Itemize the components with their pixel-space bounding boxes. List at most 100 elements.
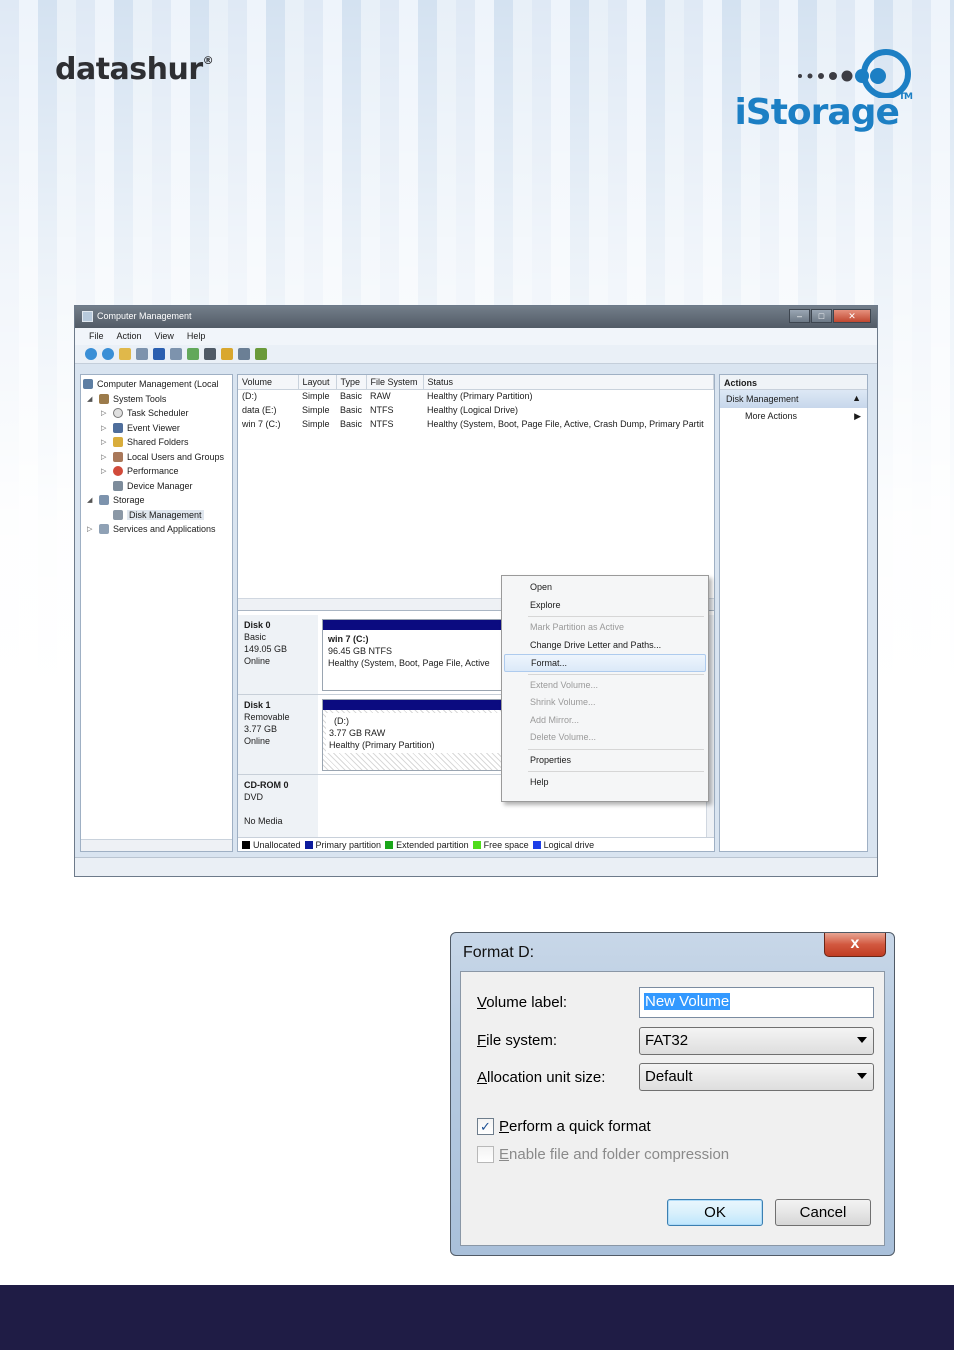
search-icon[interactable] xyxy=(238,348,250,360)
properties-icon[interactable] xyxy=(255,348,267,360)
collapse-up-icon[interactable]: ▲ xyxy=(852,393,861,403)
tree-item-device-manager[interactable]: Device Manager xyxy=(81,479,232,494)
menu-item-help[interactable]: Help xyxy=(504,774,706,792)
actions-section-disk-management[interactable]: Disk Management ▲ xyxy=(720,390,867,408)
disk-0-type: Basic xyxy=(244,632,267,642)
connect-icon[interactable] xyxy=(204,348,216,360)
status-bar xyxy=(75,857,877,876)
volume-label-input[interactable]: New Volume xyxy=(639,987,874,1018)
expand-icon[interactable]: ▷ xyxy=(101,453,109,461)
cancel-button[interactable]: Cancel xyxy=(775,1199,871,1226)
open-folder-icon[interactable] xyxy=(221,348,233,360)
menu-item-mark-active: Mark Partition as Active xyxy=(530,622,625,632)
column-header-status[interactable]: Status xyxy=(423,375,714,390)
close-button[interactable]: ✕ xyxy=(833,309,871,323)
close-icon: x xyxy=(850,935,860,952)
table-row[interactable]: win 7 (C:) Simple Basic NTFS Healthy (Sy… xyxy=(238,417,714,431)
actions-section-label: Disk Management xyxy=(726,394,799,404)
collapse-icon[interactable]: ◢ xyxy=(87,395,95,403)
table-cell: win 7 (C:) xyxy=(242,419,281,429)
menu-item-shrink-volume: Shrink Volume... xyxy=(530,697,596,707)
expand-icon[interactable]: ▷ xyxy=(101,409,109,417)
tree-item-local-users[interactable]: ▷ Local Users and Groups xyxy=(81,450,232,465)
menu-item-extend-volume: Extend Volume... xyxy=(530,679,599,690)
context-menu: Open Explore Mark Partition as Active Ch… xyxy=(501,575,709,802)
label-text: llocation unit size: xyxy=(487,1069,606,1086)
column-header-type[interactable]: Type xyxy=(336,375,367,390)
column-header-file-system[interactable]: File System xyxy=(366,375,424,390)
show-hide-tree-icon[interactable] xyxy=(136,348,148,360)
expand-icon[interactable]: ▷ xyxy=(101,467,109,475)
ok-button[interactable]: OK xyxy=(667,1199,763,1226)
column-header-volume[interactable]: Volume xyxy=(238,375,299,390)
collapse-icon[interactable]: ◢ xyxy=(87,496,95,504)
actions-header: Actions xyxy=(720,375,867,390)
disk-0-label[interactable]: Disk 0 Basic 149.05 GB Online xyxy=(238,615,318,694)
dialog-close-button[interactable]: x xyxy=(824,933,886,957)
cdrom-0-name: CD-ROM 0 xyxy=(244,780,289,790)
event-viewer-icon xyxy=(113,422,123,433)
tree-horizontal-scrollbar[interactable] xyxy=(81,839,232,851)
up-folder-icon[interactable] xyxy=(119,348,131,360)
menu-item-explore[interactable]: Explore xyxy=(504,597,706,615)
menu-item-format[interactable]: Format... xyxy=(504,654,706,672)
table-cell: Basic xyxy=(340,391,363,402)
refresh-icon[interactable] xyxy=(187,348,199,360)
tree-item-event-viewer[interactable]: ▷ Event Viewer xyxy=(81,421,232,436)
allocation-unit-size-select[interactable]: Default xyxy=(639,1063,874,1091)
storage-icon xyxy=(99,495,109,506)
disk-1-type: Removable xyxy=(244,712,290,722)
disk-1-label[interactable]: Disk 1 Removable 3.77 GB Online xyxy=(238,695,318,774)
tree-item-storage[interactable]: ◢ Storage xyxy=(81,493,232,508)
file-system-select[interactable]: FAT32 xyxy=(639,1027,874,1055)
menu-separator xyxy=(528,748,704,750)
menu-item-open[interactable]: Open xyxy=(504,579,706,597)
menu-file[interactable]: File xyxy=(89,331,104,345)
submenu-arrow-icon: ▶ xyxy=(854,411,861,421)
menu-item-properties[interactable]: Properties xyxy=(504,752,706,770)
expand-icon[interactable]: ▷ xyxy=(87,525,95,533)
legend-item: Unallocated xyxy=(242,840,301,850)
menu-item-change-drive-letter[interactable]: Change Drive Letter and Paths... xyxy=(504,637,706,655)
menu-separator xyxy=(528,771,704,772)
tree-item-disk-management[interactable]: Disk Management xyxy=(81,508,232,523)
menu-action[interactable]: Action xyxy=(117,331,142,345)
checkbox-label: Enable file and folder compression xyxy=(499,1146,729,1163)
tree-item-performance[interactable]: ▷ Performance xyxy=(81,464,232,479)
more-actions-item[interactable]: More Actions ▶ xyxy=(720,408,867,425)
table-cell: Simple xyxy=(302,419,330,429)
checkmark-icon[interactable]: ✓ xyxy=(477,1118,494,1135)
tree-item-computer-management[interactable]: Computer Management (Local xyxy=(81,377,232,392)
maximize-button[interactable]: □ xyxy=(811,309,832,323)
dropdown-arrow-icon[interactable] xyxy=(857,1037,867,1043)
quick-format-checkbox[interactable]: ✓ Perform a quick format xyxy=(477,1118,651,1135)
table-row[interactable]: (D:) Simple Basic RAW Healthy (Primary P… xyxy=(238,389,714,403)
tree-item-task-scheduler[interactable]: ▷ Task Scheduler xyxy=(81,406,232,421)
computer-icon xyxy=(83,379,93,390)
tree-item-services[interactable]: ▷ Services and Applications xyxy=(81,522,232,537)
menu-separator xyxy=(528,673,704,675)
disk-1-name: Disk 1 xyxy=(244,700,271,710)
table-cell: data (E:) xyxy=(242,405,277,415)
back-icon[interactable] xyxy=(85,348,97,360)
menu-help[interactable]: Help xyxy=(187,331,206,345)
column-header-layout[interactable]: Layout xyxy=(298,375,337,390)
menu-view[interactable]: View xyxy=(155,331,174,345)
disk-1-status: Online xyxy=(244,736,271,746)
tree-item-shared-folders[interactable]: ▷ Shared Folders xyxy=(81,435,232,450)
window-titlebar[interactable]: Computer Management – □ ✕ xyxy=(75,306,877,328)
show-hide-action-pane-icon[interactable] xyxy=(170,348,182,360)
help-icon[interactable] xyxy=(153,348,165,360)
expand-icon[interactable]: ▷ xyxy=(101,438,109,446)
tree-item-system-tools[interactable]: ◢ System Tools xyxy=(81,392,232,407)
minimize-button[interactable]: – xyxy=(789,309,810,323)
table-row[interactable]: data (E:) Simple Basic NTFS Healthy (Log… xyxy=(238,403,714,417)
access-key: V xyxy=(477,994,487,1011)
table-cell: Basic xyxy=(340,419,363,429)
expand-icon[interactable]: ▷ xyxy=(101,424,109,432)
shared-folder-icon xyxy=(113,437,123,448)
dialog-client-area: Volume label: New Volume File system: FA… xyxy=(460,971,885,1246)
forward-icon[interactable] xyxy=(102,348,114,360)
table-cell: Simple xyxy=(302,405,330,415)
dropdown-arrow-icon[interactable] xyxy=(857,1073,867,1079)
